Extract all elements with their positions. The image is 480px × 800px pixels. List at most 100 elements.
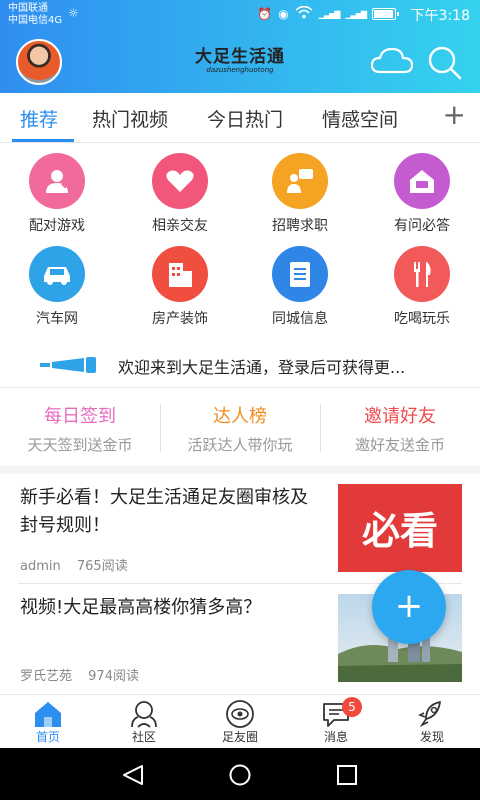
heart-user-icon	[29, 153, 85, 209]
thumb-text: 必看	[362, 509, 438, 553]
carrier-2: 中国电信4G	[8, 15, 63, 26]
tab-emotion[interactable]: 情感空间	[322, 105, 398, 132]
quick-subtitle: 活跃达人带你玩	[187, 436, 293, 454]
quick-title: 邀请好友	[364, 406, 436, 427]
tab-today-hot[interactable]: 今日热门	[207, 105, 283, 132]
section-gap	[0, 466, 480, 474]
category-item-local-info[interactable]: 同城信息	[250, 236, 350, 327]
category-label: 配对游戏	[29, 218, 85, 234]
category-label: 同城信息	[272, 311, 328, 327]
nav-discover[interactable]: 发现	[384, 695, 480, 749]
community-icon	[131, 701, 157, 728]
nav-label: 首页	[35, 730, 60, 744]
article-author: 罗氏艺苑	[20, 669, 73, 684]
building-icon	[152, 246, 208, 302]
category-item-qa[interactable]: 有问必答	[372, 143, 472, 234]
nav-messages[interactable]: 5 消息	[288, 695, 384, 749]
brightness-icon: ☼	[68, 6, 79, 20]
must-see-image: 必看	[338, 484, 462, 572]
quick-subtitle: 邀好友送金币	[354, 436, 445, 454]
search-icon	[428, 46, 462, 80]
nav-friend-circle[interactable]: 足友圈	[192, 695, 288, 749]
category-item-pair-game[interactable]: 配对游戏	[7, 143, 107, 234]
notice-text: 欢迎来到大足生活通，登录后可获得更...	[118, 358, 406, 377]
battery-icon	[372, 8, 399, 20]
app-screen: 中国联通 中国电信4G ☼ ⏰ ◉ ▁▃▅▇ ▁▃▅▇ 下午3:18 大足生活通…	[0, 0, 480, 800]
compose-fab[interactable]: +	[372, 570, 446, 644]
expert-rank-button[interactable]: 达人榜 活跃达人带你玩	[160, 388, 320, 466]
nav-label: 消息	[323, 730, 348, 744]
nav-community[interactable]: 社区	[96, 695, 192, 749]
app-header: 大足生活通 dazushenghuotong	[0, 30, 480, 93]
tab-hot-video[interactable]: 热门视频	[92, 105, 168, 132]
category-item-car[interactable]: 汽车网	[7, 236, 107, 327]
back-icon[interactable]	[120, 764, 146, 786]
status-icons: ⏰ ◉ ▁▃▅▇ ▁▃▅▇	[257, 5, 399, 22]
document-icon	[272, 246, 328, 302]
add-tab-button[interactable]: +	[443, 101, 466, 129]
fork-knife-icon	[394, 246, 450, 302]
category-label: 吃喝玩乐	[394, 311, 450, 327]
category-item-food-fun[interactable]: 吃喝玩乐	[372, 236, 472, 327]
recents-icon[interactable]	[336, 764, 358, 786]
category-grid: 配对游戏 相亲交友 招聘求职 有问必答 汽车网 房产装饰 同城信息 吃喝玩乐	[0, 143, 480, 333]
alarm-icon: ⏰	[257, 7, 273, 21]
eye-icon: ◉	[278, 7, 289, 21]
logo-pinyin: dazushenghuotong	[206, 66, 274, 74]
quick-actions: 每日签到 天天签到送金币 达人榜 活跃达人带你玩 邀请好友 邀好友送金币	[0, 388, 480, 466]
invite-friends-button[interactable]: 邀请好友 邀好友送金币	[320, 388, 480, 466]
quick-title: 每日签到	[44, 406, 116, 427]
carrier-1: 中国联通	[8, 3, 48, 14]
rocket-icon	[418, 701, 441, 728]
nav-home[interactable]: 首页	[0, 695, 96, 749]
article-meta: 罗氏艺苑 974阅读	[20, 665, 151, 684]
category-item-realestate[interactable]: 房产装饰	[130, 236, 230, 327]
daily-checkin-button[interactable]: 每日签到 天天签到送金币	[0, 388, 160, 466]
category-label: 有问必答	[394, 218, 450, 234]
quick-title: 达人榜	[213, 406, 267, 427]
category-tabs: 推荐 热门视频 今日热门 情感空间 +	[0, 93, 480, 143]
carrier-info: 中国联通 中国电信4G	[8, 3, 62, 27]
nav-label: 足友圈	[221, 730, 258, 744]
notice-bar[interactable]: 欢迎来到大足生活通，登录后可获得更...	[0, 340, 480, 388]
category-label: 相亲交友	[152, 218, 208, 234]
category-label: 招聘求职	[272, 218, 328, 234]
tab-recommend[interactable]: 推荐	[20, 105, 58, 132]
message-badge: 5	[342, 697, 362, 717]
category-label: 汽车网	[36, 311, 78, 327]
category-item-jobs[interactable]: 招聘求职	[250, 143, 350, 234]
home-circle-icon[interactable]	[228, 763, 252, 787]
category-label: 房产装饰	[152, 311, 208, 327]
article-reads: 974阅读	[88, 669, 139, 684]
cloud-button[interactable]	[370, 46, 414, 76]
cloud-icon	[370, 47, 414, 74]
quick-subtitle: 天天签到送金币	[27, 436, 133, 454]
article-title: 新手必看！大足生活通足友圈审核及封号规则！	[20, 487, 308, 536]
nav-label: 社区	[131, 730, 156, 744]
signal-icon-1: ▁▃▅▇	[318, 9, 341, 19]
article-meta: admin 765阅读	[20, 555, 140, 574]
article-reads: 765阅读	[76, 559, 128, 574]
bottom-nav: 首页 社区 足友圈 5 消息 发现	[0, 694, 480, 748]
heart-cloud-icon	[152, 153, 208, 209]
signal-icon-2: ▁▃▅▇	[345, 9, 367, 19]
article-title: 视频!大足最高高楼你猜多高？	[20, 597, 262, 618]
system-nav-bar	[0, 748, 480, 800]
search-button[interactable]	[425, 43, 463, 81]
circle-eye-icon	[226, 700, 254, 728]
house-chat-icon	[394, 153, 450, 209]
wifi-icon	[295, 5, 313, 22]
category-item-dating[interactable]: 相亲交友	[130, 143, 230, 234]
article-author: admin	[20, 559, 61, 574]
logo-text: 大足生活通	[195, 47, 285, 67]
user-avatar[interactable]	[16, 39, 62, 85]
status-time: 下午3:18	[410, 8, 470, 24]
megaphone-icon	[40, 357, 96, 373]
presenter-icon	[272, 153, 328, 209]
app-logo: 大足生活通 dazushenghuotong	[190, 48, 290, 75]
home-icon	[35, 702, 61, 727]
article-item[interactable]: 新手必看！大足生活通足友圈审核及封号规则！ admin 765阅读 必看	[0, 474, 480, 584]
article-thumbnail: 必看	[338, 484, 462, 572]
nav-label: 发现	[419, 730, 444, 744]
car-icon	[29, 246, 85, 302]
